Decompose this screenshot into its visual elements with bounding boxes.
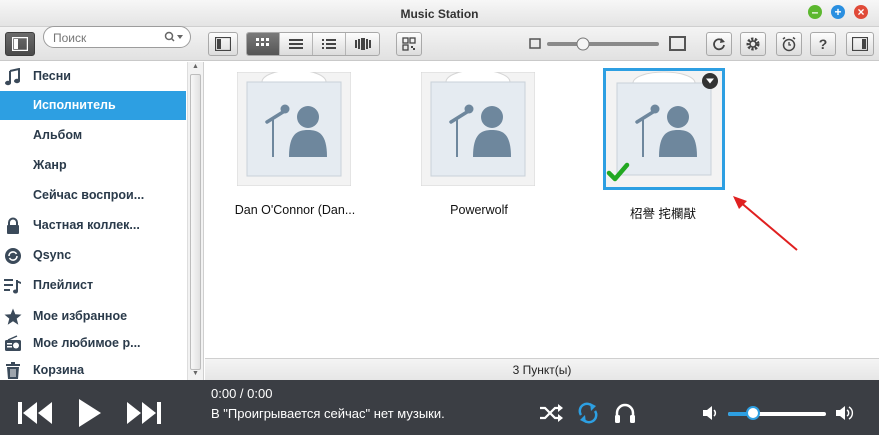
previous-track-icon[interactable]	[18, 402, 54, 424]
headphones-icon[interactable]	[614, 402, 636, 424]
artist-placeholder-image	[421, 72, 535, 186]
zoom-in-icon	[669, 36, 686, 51]
sidebar-scrollbar[interactable]: ▲ ▼	[187, 62, 203, 380]
card-menu-icon	[702, 73, 718, 89]
title-bar: Music Station – + ×	[0, 0, 879, 27]
artist-name: 柖譽 挓欄猒	[630, 207, 696, 221]
qr-code-icon	[402, 37, 416, 51]
search-input[interactable]	[53, 30, 163, 45]
list-view-button[interactable]	[280, 33, 313, 55]
next-track-icon[interactable]	[126, 402, 162, 424]
sidebar: Песни Исполнитель Альбом Жанр Сейчас вос…	[0, 62, 204, 380]
artist-grid: Dan O'Connor (Dan... Powerwolf 柖譽 挓欄猒	[205, 62, 879, 358]
search-box	[43, 26, 191, 48]
item-count-bar: 3 Пункт(ы)	[205, 358, 879, 380]
playback-time: 0:00 / 0:00	[211, 386, 273, 401]
sidebar-item-label: Мое любимое р...	[33, 336, 141, 350]
artist-placeholder-image	[237, 72, 351, 186]
search-icon[interactable]	[164, 31, 184, 43]
playlist-icon	[4, 279, 21, 294]
refresh-button[interactable]	[706, 32, 732, 56]
sidebar-item-label: Мое избранное	[33, 309, 128, 323]
star-icon	[4, 308, 22, 325]
refresh-icon	[713, 38, 725, 51]
svg-text:?: ?	[819, 36, 828, 52]
sidebar-item-label: Исполнитель	[33, 98, 116, 112]
zoom-out-icon	[529, 38, 541, 49]
coverflow-view-button[interactable]	[346, 33, 379, 55]
minimize-button[interactable]: –	[808, 5, 822, 19]
artist-name: Powerwolf	[450, 203, 508, 217]
grid-view-button[interactable]	[247, 33, 280, 55]
volume-high-icon[interactable]	[836, 405, 856, 421]
trash-icon	[6, 362, 20, 379]
sidebar-item-genre[interactable]: Жанр	[0, 151, 186, 180]
sidebar-item-label: Корзина	[33, 363, 85, 377]
music-note-icon	[5, 68, 20, 86]
window-title: Music Station	[400, 7, 479, 21]
radio-icon	[5, 335, 21, 351]
sidebar-item-artist[interactable]: Исполнитель	[0, 91, 186, 120]
help-icon: ?	[819, 36, 828, 52]
item-count: 3 Пункт(ы)	[512, 363, 572, 377]
toggle-sidebar-button[interactable]	[5, 32, 35, 56]
sidebar-item-album[interactable]: Альбом	[0, 121, 186, 150]
sidebar-item-favorite-radio[interactable]: Мое любимое р...	[0, 329, 186, 358]
alarm-button[interactable]	[776, 32, 802, 56]
sidebar-item-label: Сейчас воспрои...	[33, 188, 145, 202]
maximize-button[interactable]: +	[831, 5, 845, 19]
artist-card[interactable]: Dan O'Connor (Dan...	[235, 72, 355, 218]
qr-code-button[interactable]	[396, 32, 422, 56]
sidebar-item-label: Частная коллек...	[33, 218, 140, 232]
volume-slider[interactable]	[728, 412, 826, 416]
annotation-arrow	[733, 196, 798, 251]
now-playing-message: В "Проигрывается сейчас" нет музыки.	[211, 406, 445, 421]
artist-name: Dan O'Connor (Dan...	[234, 203, 356, 217]
right-panel-icon	[852, 37, 868, 51]
zoom-slider[interactable]	[527, 32, 691, 56]
artist-card[interactable]: Powerwolf	[419, 72, 539, 218]
coverflow-icon	[355, 38, 371, 50]
shuffle-icon[interactable]	[539, 404, 563, 422]
view-mode-group	[246, 32, 380, 56]
detail-view-button[interactable]	[313, 33, 346, 55]
close-button[interactable]: ×	[854, 5, 868, 19]
sidebar-item-now-playing[interactable]: Сейчас воспрои...	[0, 181, 186, 210]
scrollbar-thumb[interactable]	[190, 74, 201, 370]
sidebar-item-label: Плейлист	[33, 278, 94, 292]
artist-card-selected[interactable]: 柖譽 挓欄猒	[603, 68, 725, 221]
settings-button[interactable]	[740, 32, 766, 56]
sidebar-item-songs[interactable]: Песни	[0, 62, 186, 91]
scroll-up-arrow-icon[interactable]: ▲	[192, 63, 199, 70]
gear-icon	[746, 37, 760, 51]
sidebar-item-label: Песни	[33, 69, 71, 83]
alarm-clock-icon	[782, 36, 796, 52]
panel-icon	[215, 37, 231, 51]
volume-low-icon[interactable]	[703, 406, 719, 420]
volume-knob[interactable]	[745, 406, 760, 420]
sidebar-item-favorites[interactable]: Мое избранное	[0, 302, 186, 331]
right-panel-button[interactable]	[846, 32, 874, 56]
repeat-icon[interactable]	[577, 402, 599, 424]
help-button[interactable]: ?	[810, 32, 836, 56]
player-bar: 0:00 / 0:00 В "Проигрывается сейчас" нет…	[0, 380, 879, 435]
panel-toggle-button[interactable]	[208, 32, 238, 56]
play-icon[interactable]	[78, 399, 102, 427]
sidebar-layout-icon	[12, 37, 28, 51]
scroll-down-arrow-icon[interactable]: ▼	[192, 370, 199, 377]
artist-placeholder-image	[603, 68, 725, 190]
grid-icon	[256, 38, 269, 46]
sidebar-item-qsync[interactable]: Qsync	[0, 241, 186, 270]
list-icon	[289, 39, 303, 49]
sidebar-item-playlist[interactable]: Плейлист	[0, 271, 186, 300]
qsync-icon	[5, 248, 21, 264]
sidebar-item-label: Жанр	[33, 158, 67, 172]
sidebar-item-label: Qsync	[33, 248, 72, 262]
lock-icon	[7, 217, 19, 234]
sidebar-item-label: Альбом	[33, 128, 83, 142]
sidebar-item-private-collection[interactable]: Частная коллек...	[0, 211, 186, 240]
detail-list-icon	[322, 39, 336, 49]
